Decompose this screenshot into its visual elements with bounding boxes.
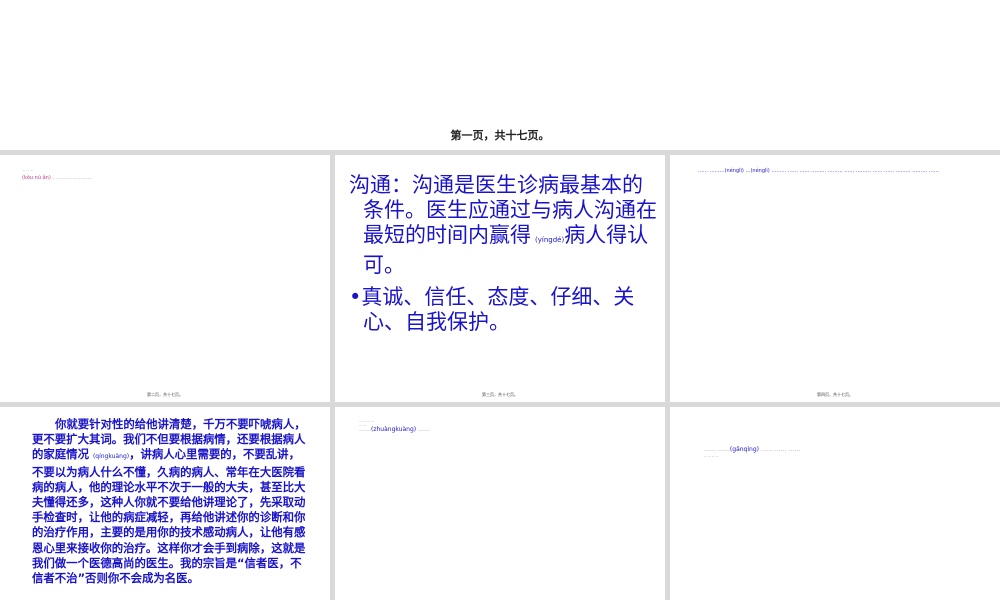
slide-3[interactable]: 沟通：沟通是医生诊病最基本的条件。医生应通过与病人沟通在最短的时间内赢得 (yín… (335, 155, 665, 402)
pinyin-text: (nénglì) (750, 168, 770, 174)
faint-text: — — — (22, 168, 33, 172)
slide-4[interactable]: …… ………(nénglì) …(nénglì) ……… …… …… ……… …… (670, 155, 1000, 402)
slide-2[interactable]: — — — (kǒu nú ǎn) …………………… 第二页，共十七页。 (0, 155, 330, 402)
pinyin-annotation: …… ……(gǎnqíng) …… …… …… (704, 446, 801, 453)
pinyin-text: (yíngdé) (535, 236, 565, 244)
slide-1[interactable]: 第一页，共十七页。 (0, 0, 1000, 150)
pinyin-text: (nénglì) (724, 168, 744, 174)
pinyin-annotation: (kǒu nú ǎn) …………………… (22, 175, 92, 181)
bullet-icon: • (349, 285, 362, 309)
slide-7[interactable]: …… ……(gǎnqíng) …… …… …… — — — — (670, 407, 1000, 600)
faint-text: …… …… (704, 446, 730, 453)
slide-6[interactable]: — — — — — — ……(zhuàngkuàng) …… (335, 407, 665, 600)
bullet-item: •真诚、信任、态度、仔细、关心、自我保护。 (349, 285, 659, 335)
faint-text: …………………… (52, 175, 93, 181)
faint-text: …… (416, 426, 431, 433)
slide-footer: 第二页，共十七页。 (147, 392, 183, 397)
faint-text: ……… …… …… ……… ……… …… ……… …… …… ……… ……… …… (769, 168, 939, 174)
bullet-text: 真诚、信任、态度、仔细、关心、自我保护。 (361, 285, 635, 334)
pinyin-annotation: …… ………(nénglì) …(nénglì) ……… …… …… ……… …… (698, 168, 939, 174)
slide-footer: 第一页，共十七页。 (450, 129, 550, 142)
pinyin-text: (qíngkuàng) (92, 453, 130, 461)
pinyin-annotation: ……(zhuàngkuàng) …… (359, 426, 430, 433)
slide-5[interactable]: 你就要针对性的给他讲清楚，千万不要吓唬病人，更不要扩大其词。我们不但要根据病情，… (0, 407, 330, 600)
paragraph-text: ，讲病人心里需要的，不要乱讲，不要以为病人什么不懂，久病的病人、常年在大医院看病… (32, 447, 306, 586)
faint-text: …… ……… (698, 168, 725, 174)
slide-footer: 第四页，共十七页。 (817, 392, 853, 397)
faint-text: …… (359, 426, 371, 433)
slide-body: 沟通：沟通是医生诊病最基本的条件。医生应通过与病人沟通在最短的时间内赢得 (yín… (349, 173, 659, 335)
pinyin-text: (gǎnqíng) (729, 446, 759, 453)
pinyin-text: (kǒu nú ǎn) (22, 175, 51, 181)
paragraph: 沟通：沟通是医生诊病最基本的条件。医生应通过与病人沟通在最短的时间内赢得 (yín… (349, 173, 659, 278)
pinyin-text: (zhuàngkuàng) (371, 426, 417, 433)
faint-text: …… …… …… (758, 446, 801, 453)
faint-text: — — — — (704, 454, 719, 458)
slide-footer: 第三页，共十七页。 (482, 392, 518, 397)
slide-body: 你就要针对性的给他讲清楚，千万不要吓唬病人，更不要扩大其词。我们不但要根据病情，… (32, 417, 310, 586)
